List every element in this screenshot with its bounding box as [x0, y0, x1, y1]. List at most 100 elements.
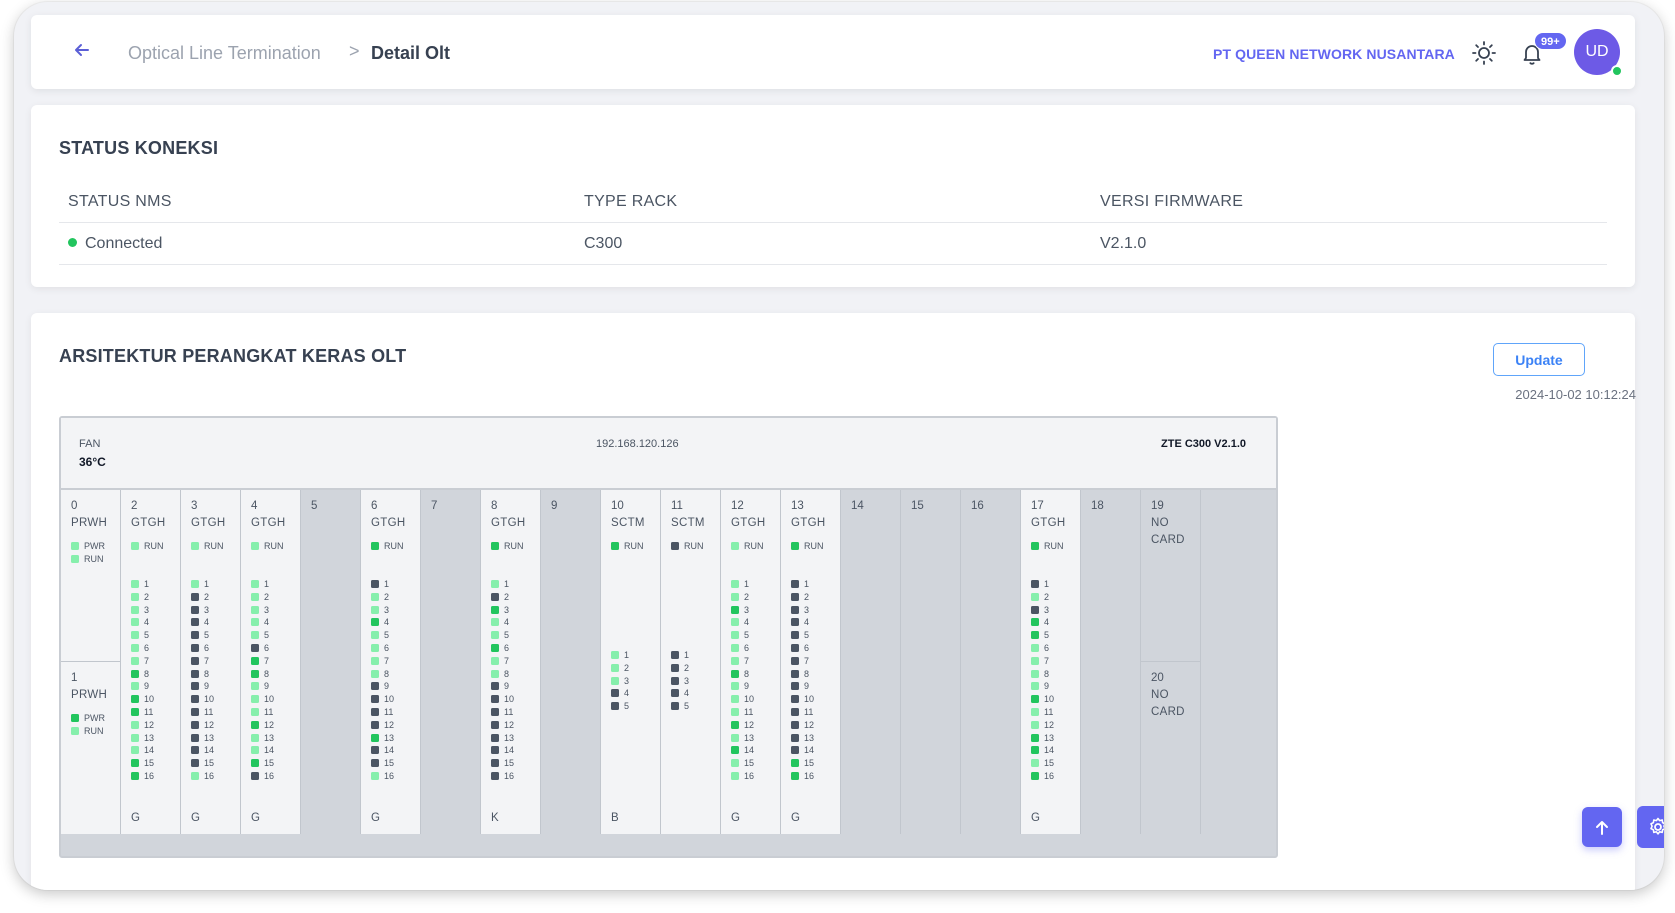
slot-number: 0: [71, 500, 78, 512]
led-line: 2: [791, 591, 809, 603]
led-indicator: [791, 631, 799, 640]
slot-17[interactable]: 17 GTGH RUN 1 2 3 4 5 6 7 8 9 10 11 12 13 14 15 16 G: [1021, 490, 1081, 834]
slot-13[interactable]: 13 GTGH RUN 1 2 3 4 5 6 7 8 9 10 11 12 13 14 15 16 G: [781, 490, 841, 834]
led-label: 2: [264, 591, 270, 602]
led-label: 13: [384, 732, 395, 743]
led-line: 9: [791, 680, 809, 692]
led-label: 11: [204, 707, 214, 717]
led-indicator: [491, 746, 499, 755]
led-line: 3: [791, 604, 809, 616]
slot-4[interactable]: 4 GTGH RUN 1 2 3 4 5 6 7 8 9 10 11 12 13 14 15 16 G: [241, 490, 301, 834]
led-indicator: [731, 631, 739, 640]
led-label: 4: [744, 617, 750, 628]
led-indicator: [491, 720, 499, 729]
slot-6[interactable]: 6 GTGH RUN 1 2 3 4 5 6 7 8 9 10 11 12 13 14 15 16 G: [361, 490, 421, 834]
led-indicator: [1031, 631, 1039, 640]
led-indicator: [791, 733, 799, 742]
slot-number: 19: [1151, 500, 1164, 512]
led-line: 4: [371, 616, 389, 628]
led-label: 1: [1044, 579, 1050, 589]
led-line: 12: [131, 719, 154, 731]
led-line: 6: [791, 642, 809, 654]
slot-8[interactable]: 8 GTGH RUN 1 2 3 4 5 6 7 8 9 10 11 12 13 14 15 16 K: [481, 490, 541, 834]
led-indicator: [131, 669, 139, 678]
led-line: 1: [371, 578, 389, 590]
slot-number: 7: [431, 500, 438, 512]
slot-3[interactable]: 3 GTGH RUN 1 2 3 4 5 6 7 8 9 10 11 12 13 14 15 16 G: [181, 490, 241, 834]
led-label: 14: [204, 745, 215, 756]
led-label: 5: [624, 701, 630, 712]
led-label: 13: [144, 732, 155, 743]
led-line: RUN: [791, 540, 824, 552]
led-line: 12: [371, 719, 394, 731]
led-label: 1: [744, 579, 750, 589]
led-line: 16: [491, 770, 514, 782]
led-label: 9: [144, 681, 150, 692]
led-label: 9: [1044, 681, 1050, 692]
led-line: 10: [371, 693, 394, 705]
scroll-to-top-button[interactable]: [1582, 807, 1622, 847]
led-line: 14: [131, 744, 154, 756]
led-line: 7: [251, 655, 269, 667]
fan-temperature: 36°C: [79, 455, 106, 469]
led-indicator: [131, 682, 139, 691]
led-line: RUN: [71, 553, 104, 565]
led-indicator: [131, 605, 139, 614]
led-label: 2: [204, 591, 210, 602]
led-indicator: [611, 702, 619, 711]
led-indicator: [71, 714, 79, 722]
led-label: 3: [264, 604, 270, 615]
slot-0[interactable]: 0 PRWH PWR RUN: [61, 490, 121, 662]
led-label: 8: [204, 668, 210, 679]
led-line: 13: [131, 732, 154, 744]
led-label: 1: [264, 579, 270, 589]
led-indicator: [371, 644, 379, 652]
led-indicator: [491, 695, 499, 704]
slot-card-type: GTGH: [731, 517, 766, 529]
led-label: 3: [504, 604, 510, 615]
slot-number: 10: [611, 500, 624, 512]
led-indicator: [491, 733, 499, 742]
led-indicator: [671, 702, 679, 711]
slot-footer: G: [1031, 812, 1040, 824]
led-line: 5: [1031, 629, 1049, 641]
settings-button[interactable]: [1637, 806, 1664, 848]
slot-12[interactable]: 12 GTGH RUN 1 2 3 4 5 6 7 8 9 10 11 12 13 14 15 16 G: [721, 490, 781, 834]
slot-11[interactable]: 11 SCTM RUN 1 2 3 4 5: [661, 490, 721, 834]
slot-2[interactable]: 2 GTGH RUN 1 2 3 4 5 6 7 8 9 10 11 12 13 14 15 16 G: [121, 490, 181, 834]
slot-10[interactable]: 10 SCTM RUN 1 2 3 4 5 B: [601, 490, 661, 834]
slot-number: 8: [491, 500, 498, 512]
led-line: 15: [131, 757, 154, 769]
led-line: 4: [731, 616, 749, 628]
led-indicator: [791, 708, 799, 716]
led-label: 7: [504, 655, 510, 666]
led-indicator: [791, 695, 799, 704]
led-line: 2: [251, 591, 269, 603]
breadcrumb-parent[interactable]: Optical Line Termination: [128, 43, 321, 64]
led-label: 4: [504, 617, 510, 628]
led-line: 12: [1031, 719, 1054, 731]
led-label: 7: [264, 655, 270, 666]
led-line: 15: [791, 757, 814, 769]
slot-18: 18: [1081, 490, 1141, 834]
led-line: 3: [731, 604, 749, 616]
led-label: 2: [744, 591, 750, 602]
led-indicator: [1031, 618, 1039, 627]
led-indicator: [1031, 772, 1039, 780]
led-label: 9: [804, 681, 810, 692]
led-line: 14: [791, 744, 814, 756]
led-line: 2: [671, 662, 689, 674]
led-line: 8: [791, 668, 809, 680]
update-button[interactable]: Update: [1493, 343, 1585, 376]
led-indicator: [251, 759, 259, 768]
page-title: Detail Olt: [371, 43, 451, 63]
led-label: 14: [264, 745, 275, 756]
sun-icon[interactable]: [1471, 40, 1497, 66]
slot-footer: G: [251, 812, 260, 824]
led-line: 9: [251, 680, 269, 692]
slot-number: 13: [791, 500, 804, 512]
led-label: RUN: [1044, 541, 1064, 551]
slot-1[interactable]: 1 PRWH PWR RUN: [61, 662, 121, 834]
back-arrow-icon[interactable]: [71, 39, 93, 61]
led-indicator: [371, 656, 379, 665]
